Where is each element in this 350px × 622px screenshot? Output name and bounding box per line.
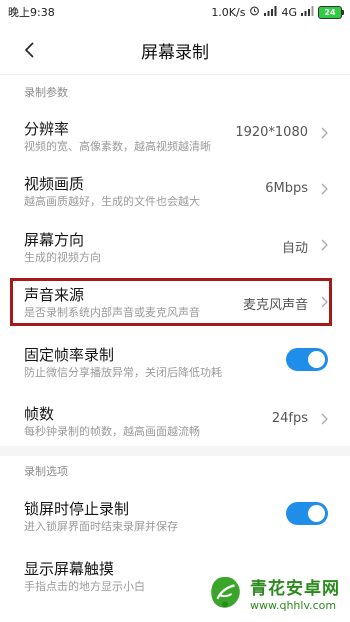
section-label-options: 录制选项: [24, 465, 68, 478]
alarm-icon: [249, 5, 260, 19]
row-value-resolution: 1920*1080: [235, 125, 308, 140]
row-value-fps: 24fps: [271, 411, 308, 426]
row-title-lock-stop: 锁屏时停止录制: [24, 500, 130, 518]
section-label-params: 录制参数: [24, 86, 68, 99]
row-desc-lock-stop: 进入锁屏界面时结束录屏并保存: [24, 520, 178, 533]
row-desc-fps: 每秒钟录制的帧数，越高画面越流畅: [24, 425, 200, 438]
section-separator: [0, 446, 350, 456]
network-speed: 1.0K/s: [211, 5, 246, 19]
row-value-quality: 6Mbps: [265, 181, 308, 196]
chevron-right-icon: [321, 413, 328, 425]
battery-icon: 24: [318, 5, 344, 19]
signal-icon-2: [301, 5, 314, 19]
row-title-fixed-fps: 固定帧率录制: [24, 346, 115, 364]
row-desc-show-touch: 手指点击的地方显示小白: [24, 580, 145, 593]
status-icons: 1.0K/s 4G 24: [211, 5, 344, 19]
watermark-url: www.qhhlv.com: [250, 599, 337, 612]
row-title-show-touch: 显示屏幕触摸: [24, 560, 115, 578]
chevron-right-icon: [321, 296, 328, 308]
watermark: 青花安卓网 www.qhhlv.com: [200, 572, 346, 614]
watermark-brand: 青花安卓网: [250, 579, 340, 599]
fixed-fps-toggle[interactable]: [286, 348, 328, 371]
top-bar: 屏幕录制: [0, 30, 350, 70]
row-title-resolution: 分辨率: [24, 120, 70, 138]
divider: [0, 74, 350, 75]
chevron-right-icon: [321, 183, 328, 195]
lock-stop-toggle[interactable]: [286, 502, 328, 525]
row-desc-quality: 越高画质越好，生成的文件也会越大: [24, 195, 200, 208]
row-title-audio-source: 声音来源: [24, 286, 85, 304]
status-time: 晚上9:38: [8, 6, 55, 19]
chevron-left-icon: [24, 42, 34, 58]
row-desc-audio-source: 是否录制系统内部声音或麦克风声音: [24, 306, 200, 319]
status-bar: 晚上9:38 1.0K/s 4G 24: [0, 0, 350, 24]
row-desc-orientation: 生成的视频方向: [24, 251, 101, 264]
chevron-right-icon: [321, 127, 328, 139]
network-type: 4G: [281, 5, 297, 19]
row-title-fps: 帧数: [24, 405, 55, 423]
chevron-right-icon: [321, 239, 328, 251]
row-desc-fixed-fps: 防止微信分享播放异常，关闭后降低功耗: [24, 366, 222, 379]
watermark-text: 青花安卓网 www.qhhlv.com: [250, 574, 340, 612]
row-title-quality: 视频画质: [24, 175, 85, 193]
toggle-knob: [308, 505, 325, 522]
row-desc-resolution: 视频的宽、高像素数，越高视频越清晰: [24, 140, 211, 153]
back-button[interactable]: [18, 38, 42, 62]
row-title-orientation: 屏幕方向: [24, 231, 85, 249]
toggle-knob: [308, 351, 325, 368]
watermark-logo-icon: [211, 576, 240, 608]
row-value-audio-source: 麦克风声音: [242, 298, 308, 313]
row-value-orientation: 自动: [281, 241, 308, 256]
signal-icon: [264, 5, 277, 19]
page-title: 屏幕录制: [141, 42, 209, 63]
